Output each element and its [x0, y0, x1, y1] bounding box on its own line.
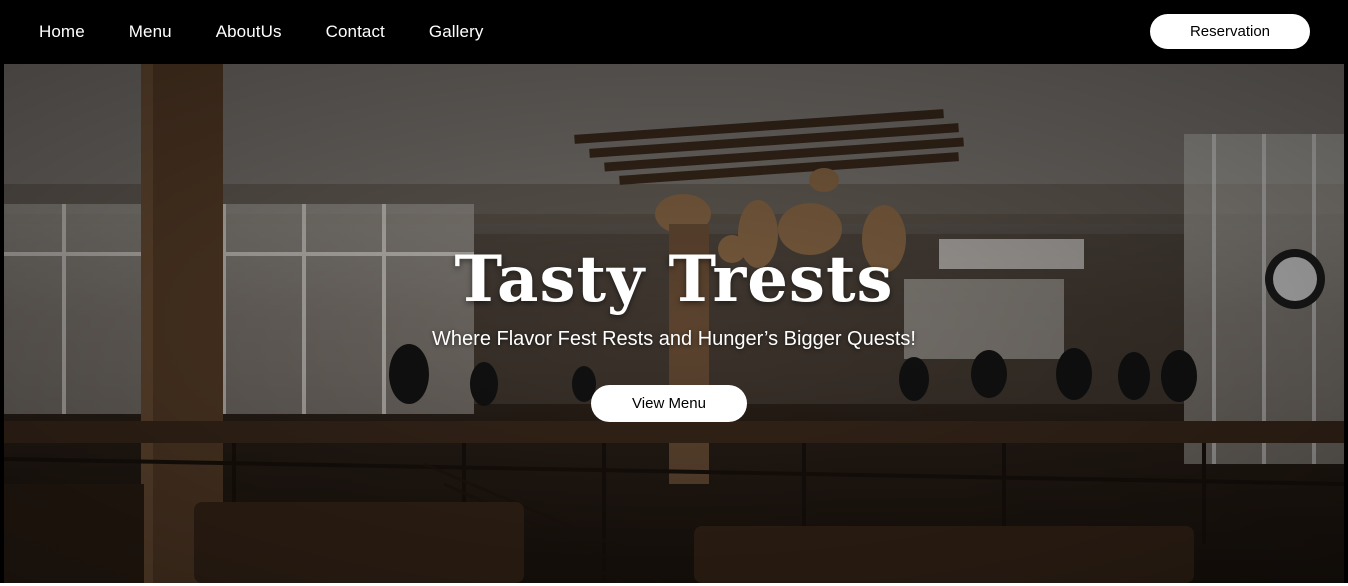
nav-link-contact[interactable]: Contact — [326, 22, 385, 42]
navbar: Home Menu AboutUs Contact Gallery Reserv… — [0, 0, 1348, 64]
nav-link-menu[interactable]: Menu — [129, 22, 172, 42]
nav-link-aboutus[interactable]: AboutUs — [216, 22, 282, 42]
nav-link-home[interactable]: Home — [39, 22, 85, 42]
hero-title: Tasty Trests — [454, 242, 894, 317]
view-menu-button[interactable]: View Menu — [591, 385, 747, 422]
nav-links: Home Menu AboutUs Contact Gallery — [39, 0, 527, 64]
reservation-button[interactable]: Reservation — [1150, 14, 1310, 49]
hero-tagline: Where Flavor Fest Rests and Hunger’s Big… — [432, 328, 916, 350]
hero-overlay — [4, 64, 1344, 583]
hero-section: Tasty Trests Where Flavor Fest Rests and… — [4, 64, 1344, 583]
nav-link-gallery[interactable]: Gallery — [429, 22, 484, 42]
